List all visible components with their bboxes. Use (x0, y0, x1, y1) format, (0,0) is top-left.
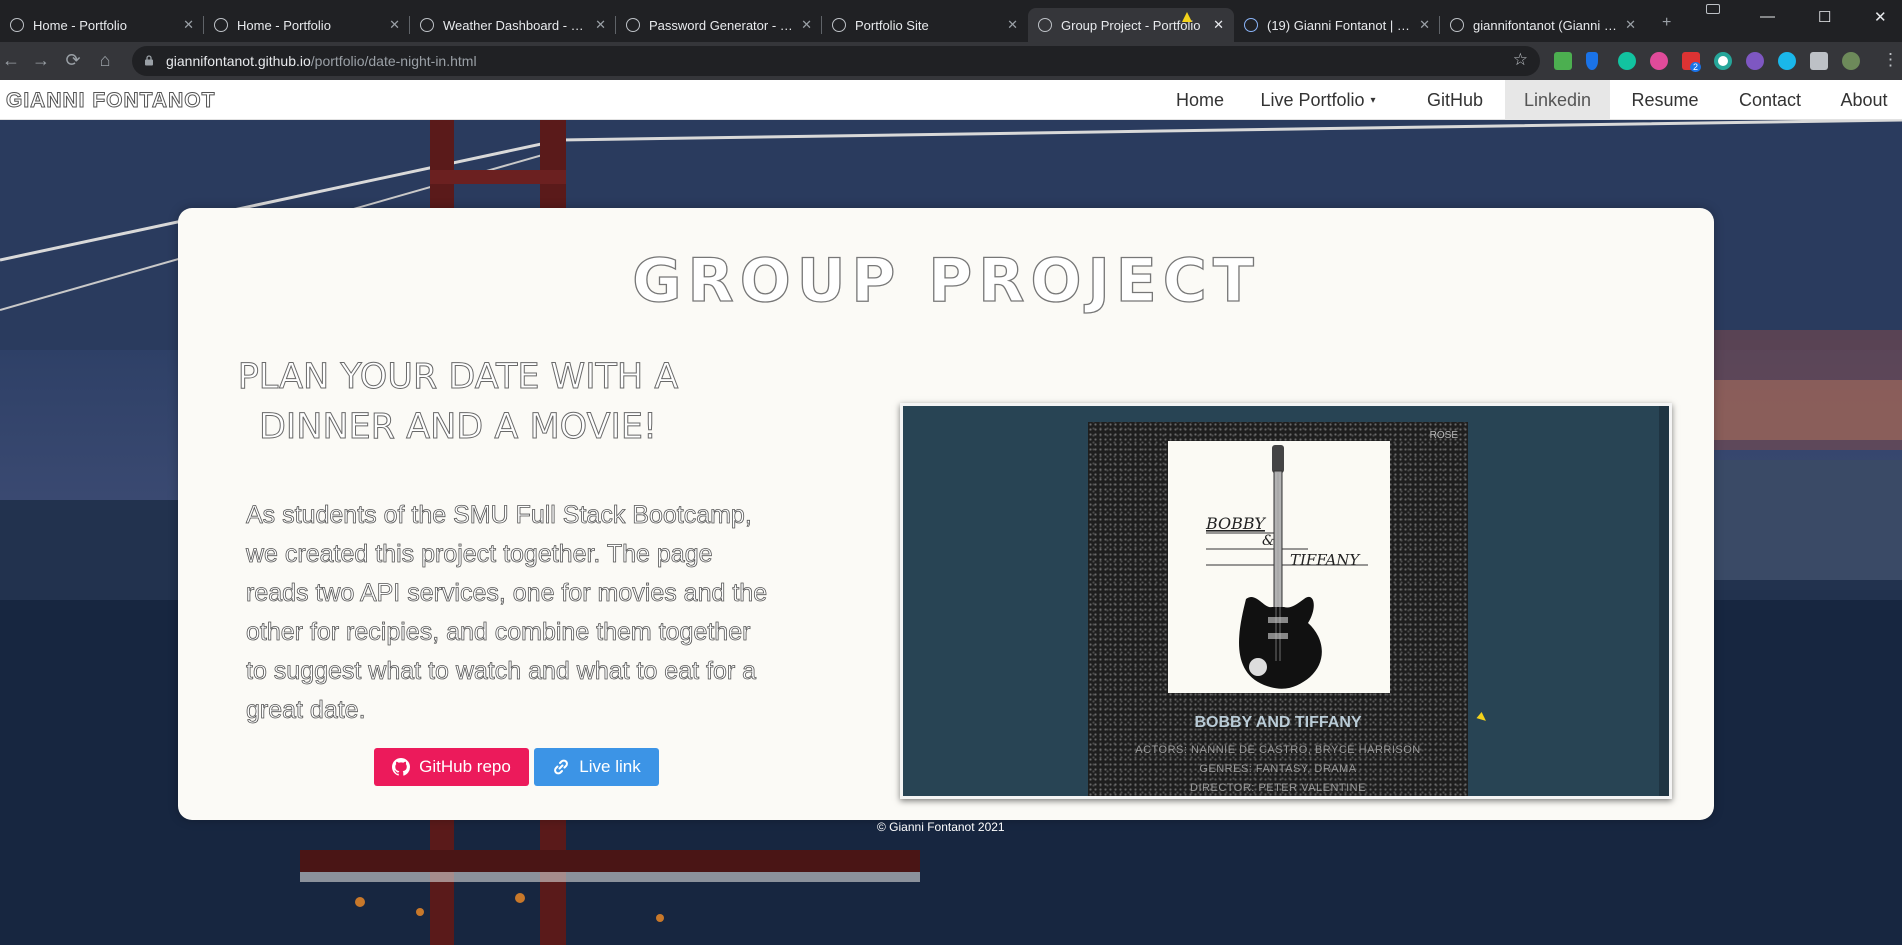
close-tab-icon[interactable]: ✕ (1419, 17, 1430, 33)
live-link-label: Live link (579, 757, 641, 776)
browser-tab[interactable]: giannifontanot (Gianni Fon ✕ (1440, 8, 1646, 42)
lock-icon[interactable] (144, 55, 154, 66)
close-tab-icon[interactable]: ✕ (801, 17, 812, 33)
github-icon (392, 758, 411, 776)
movie-genres: GENRES: FANTASY, DRAMA (1199, 763, 1357, 775)
movie-director: DIRECTOR: PETER VALENTINE (1190, 782, 1366, 794)
extension-shield-icon[interactable] (1586, 52, 1598, 70)
minimize-button[interactable]: — (1760, 8, 1775, 25)
movie-poster-card: ROSE BOBBY & TIFFANY BOBBY AND TIFFANY A… (1088, 422, 1468, 796)
close-tab-icon[interactable]: ✕ (389, 17, 400, 33)
movie-poster-art: BOBBY & TIFFANY (1168, 441, 1390, 693)
browser-tab-bar: Home - Portfolio ✕ Home - Portfolio ✕ We… (0, 0, 1902, 42)
browser-tab-active[interactable]: Group Project - Portfolio ✕ (1028, 8, 1234, 42)
cursor-icon (1182, 12, 1192, 22)
nav-item-resume[interactable]: Resume (1617, 80, 1713, 120)
browser-tab[interactable]: Home - Portfolio ✕ (204, 8, 410, 42)
tab-title: (19) Gianni Fontanot | Link (1267, 17, 1414, 33)
art-name-tiffany: TIFFANY (1290, 551, 1361, 569)
tab-title: Portfolio Site (855, 17, 929, 33)
reload-button[interactable]: ⟳ (62, 50, 84, 71)
profile-avatar[interactable] (1842, 52, 1860, 70)
nav-item-home[interactable]: Home (1160, 80, 1240, 120)
tab-title: Home - Portfolio (237, 17, 331, 33)
extension-pen-icon[interactable] (1650, 52, 1668, 70)
extensions-puzzle-icon[interactable] (1810, 52, 1828, 70)
globe-icon (832, 18, 846, 32)
github-repo-button[interactable]: GitHub repo (374, 748, 529, 786)
globe-icon (420, 18, 434, 32)
extension-vimeo-icon[interactable] (1778, 52, 1796, 70)
close-window-button[interactable]: ✕ (1874, 8, 1887, 26)
art-ampersand: & (1262, 533, 1274, 549)
github-icon (1450, 18, 1464, 32)
close-tab-icon[interactable]: ✕ (183, 17, 194, 33)
poster-corner-label: ROSE (1429, 430, 1458, 441)
browser-toolbar: ← → ⟳ ⌂ giannifontanot.github.io/portfol… (0, 42, 1902, 80)
browser-menu-icon[interactable]: ⋮ (1882, 50, 1899, 70)
project-preview-image: ROSE BOBBY & TIFFANY BOBBY AND TIFFANY A… (900, 403, 1672, 799)
extension-record-icon[interactable] (1714, 52, 1732, 70)
caret-down-icon: ▾ (1370, 95, 1376, 107)
address-bar[interactable]: giannifontanot.github.io/portfolio/date-… (132, 46, 1540, 76)
close-tab-icon[interactable]: ✕ (1625, 17, 1636, 33)
site-navbar: GIANNI FONTANOT Home Live Portfolio ▾ Git… (0, 80, 1902, 120)
home-button[interactable]: ⌂ (94, 50, 116, 71)
guitar-illustration: BOBBY & TIFFANY (1205, 445, 1368, 689)
nav-item-github[interactable]: GitHub (1405, 80, 1505, 120)
globe-icon (10, 18, 24, 32)
new-tab-button[interactable]: + (1662, 14, 1671, 32)
browser-tab[interactable]: (19) Gianni Fontanot | Link ✕ (1234, 8, 1440, 42)
extension-sheets-icon[interactable] (1554, 52, 1572, 70)
tab-title: giannifontanot (Gianni Fon (1473, 17, 1620, 33)
project-card: GROUP PROJECT PLAN YOUR DATE WITH A DINN… (178, 208, 1714, 820)
movie-actors: ACTORS: NANNIE DE CASTRO, BRYCE HARRISON (1135, 744, 1421, 756)
nav-item-linkedin[interactable]: Linkedin (1505, 80, 1610, 120)
globe-icon (214, 18, 228, 32)
movie-title: BOBBY AND TIFFANY (1194, 714, 1362, 731)
tab-title: Home - Portfolio (33, 17, 127, 33)
extension-badge-count: 2 (1690, 62, 1702, 72)
extension-grammarly-icon[interactable] (1618, 52, 1636, 70)
browser-tab[interactable]: Password Generator - Portf ✕ (616, 8, 822, 42)
globe-icon (1038, 18, 1052, 32)
back-button[interactable]: ← (0, 50, 22, 71)
art-name-bobby: BOBBY (1205, 514, 1266, 533)
nav-item-contact[interactable]: Contact (1722, 80, 1818, 120)
nav-item-label: Live Portfolio (1260, 90, 1365, 110)
browser-tab[interactable]: Home - Portfolio ✕ (0, 8, 204, 42)
extension-gamepad-icon[interactable] (1746, 52, 1764, 70)
tab-search-icon[interactable] (1706, 4, 1720, 14)
url-path: /portfolio/date-night-in.html (310, 53, 477, 69)
maximize-button[interactable]: ☐ (1818, 8, 1831, 26)
close-tab-icon[interactable]: ✕ (595, 17, 606, 33)
link-icon (554, 759, 569, 775)
nav-item-live-portfolio[interactable]: Live Portfolio ▾ (1253, 80, 1383, 120)
page-viewport: GIANNI FONTANOT Home Live Portfolio ▾ Git… (0, 80, 1902, 945)
browser-tab[interactable]: Weather Dashboard - Portf ✕ (410, 8, 616, 42)
tab-title: Weather Dashboard - Portf (443, 17, 590, 33)
linkedin-icon (1244, 18, 1258, 32)
url-host: giannifontanot.github.io (166, 53, 311, 69)
browser-tab[interactable]: Portfolio Site ✕ (822, 8, 1028, 42)
preview-scrollbar (1659, 406, 1669, 796)
forward-button[interactable]: → (30, 50, 52, 71)
live-link-button[interactable]: Live link (534, 748, 659, 786)
tab-title: Password Generator - Portf (649, 17, 796, 33)
site-brand[interactable]: GIANNI FONTANOT (5, 89, 215, 113)
url-text[interactable]: giannifontanot.github.io/portfolio/date-… (166, 53, 477, 69)
globe-icon (626, 18, 640, 32)
footer-copyright: © Gianni Fontanot 2021 (877, 820, 1005, 834)
project-tagline: PLAN YOUR DATE WITH A DINNER AND A MOVIE… (237, 357, 679, 448)
nav-item-about[interactable]: About (1825, 80, 1902, 120)
close-tab-icon[interactable]: ✕ (1007, 17, 1018, 33)
project-description: As students of the SMU Full Stack Bootca… (246, 501, 768, 725)
close-tab-icon[interactable]: ✕ (1213, 17, 1224, 33)
page-title: GROUP PROJECT (632, 245, 1260, 316)
github-repo-label: GitHub repo (419, 757, 511, 776)
bookmark-star-icon[interactable]: ☆ (1513, 50, 1528, 70)
